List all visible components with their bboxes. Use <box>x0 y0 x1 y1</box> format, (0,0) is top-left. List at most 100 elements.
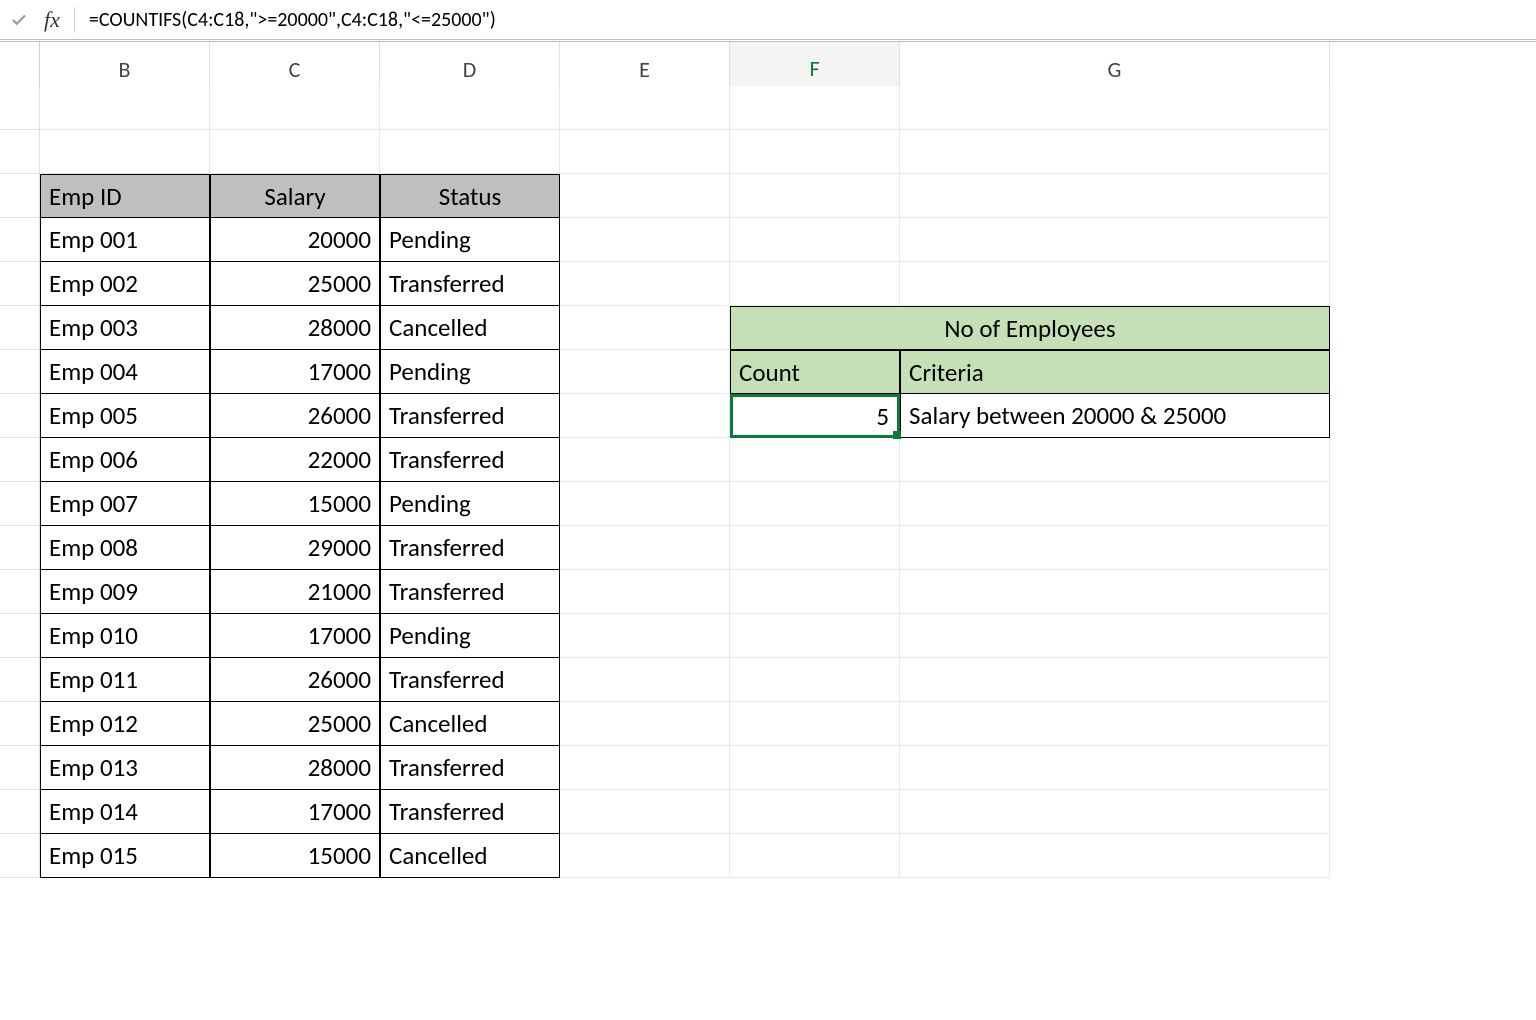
emp-cell[interactable]: Emp 005 <box>40 394 210 438</box>
cell[interactable] <box>560 218 730 262</box>
cell[interactable] <box>560 438 730 482</box>
status-cell[interactable]: Transferred <box>380 658 560 702</box>
row-head[interactable] <box>0 834 40 878</box>
cell[interactable] <box>560 746 730 790</box>
salary-cell[interactable]: 17000 <box>210 790 380 834</box>
salary-cell[interactable]: 25000 <box>210 702 380 746</box>
cell[interactable] <box>380 86 560 130</box>
cell[interactable] <box>730 218 900 262</box>
row-head[interactable] <box>0 262 40 306</box>
emp-cell[interactable]: Emp 011 <box>40 658 210 702</box>
row-head[interactable] <box>0 702 40 746</box>
status-cell[interactable]: Cancelled <box>380 702 560 746</box>
cell[interactable] <box>560 482 730 526</box>
row-head[interactable] <box>0 526 40 570</box>
cell[interactable] <box>730 790 900 834</box>
emp-cell[interactable]: Emp 009 <box>40 570 210 614</box>
salary-cell[interactable]: 17000 <box>210 614 380 658</box>
table-header-empid[interactable]: Emp ID <box>40 174 210 218</box>
cell[interactable] <box>40 86 210 130</box>
salary-cell[interactable]: 22000 <box>210 438 380 482</box>
row-head[interactable] <box>0 438 40 482</box>
summary-title[interactable]: No of Employees <box>730 306 1330 350</box>
cell[interactable] <box>730 86 900 130</box>
summary-criteria-label[interactable]: Criteria <box>900 350 1330 394</box>
salary-cell[interactable]: 15000 <box>210 482 380 526</box>
cell[interactable] <box>210 86 380 130</box>
cell[interactable] <box>210 130 380 174</box>
cell[interactable] <box>730 262 900 306</box>
cell[interactable] <box>560 394 730 438</box>
cell[interactable] <box>900 702 1330 746</box>
emp-cell[interactable]: Emp 004 <box>40 350 210 394</box>
cell[interactable] <box>900 438 1330 482</box>
row-head[interactable] <box>0 394 40 438</box>
row-head[interactable] <box>0 790 40 834</box>
row-head[interactable] <box>0 570 40 614</box>
emp-cell[interactable]: Emp 001 <box>40 218 210 262</box>
summary-criteria-value[interactable]: Salary between 20000 & 25000 <box>900 394 1330 438</box>
cell[interactable] <box>560 702 730 746</box>
status-cell[interactable]: Pending <box>380 218 560 262</box>
status-cell[interactable]: Transferred <box>380 790 560 834</box>
emp-cell[interactable]: Emp 014 <box>40 790 210 834</box>
status-cell[interactable]: Transferred <box>380 438 560 482</box>
cell[interactable] <box>900 526 1330 570</box>
cell[interactable] <box>730 570 900 614</box>
cell[interactable] <box>560 86 730 130</box>
cell[interactable] <box>560 790 730 834</box>
row-head[interactable] <box>0 350 40 394</box>
emp-cell[interactable]: Emp 003 <box>40 306 210 350</box>
cell[interactable] <box>560 262 730 306</box>
cell[interactable] <box>730 702 900 746</box>
cell[interactable] <box>560 614 730 658</box>
status-cell[interactable]: Transferred <box>380 394 560 438</box>
cell[interactable] <box>730 482 900 526</box>
row-head[interactable] <box>0 306 40 350</box>
emp-cell[interactable]: Emp 007 <box>40 482 210 526</box>
emp-cell[interactable]: Emp 012 <box>40 702 210 746</box>
status-cell[interactable]: Cancelled <box>380 834 560 878</box>
cell[interactable] <box>560 130 730 174</box>
row-head[interactable] <box>0 658 40 702</box>
cell[interactable] <box>560 658 730 702</box>
cell[interactable] <box>900 834 1330 878</box>
cell[interactable] <box>900 614 1330 658</box>
row-head[interactable] <box>0 174 40 218</box>
cell[interactable] <box>900 746 1330 790</box>
salary-cell[interactable]: 20000 <box>210 218 380 262</box>
cell[interactable] <box>730 438 900 482</box>
salary-cell[interactable]: 21000 <box>210 570 380 614</box>
cell[interactable] <box>730 658 900 702</box>
cell[interactable] <box>560 526 730 570</box>
cell[interactable] <box>730 130 900 174</box>
row-head[interactable] <box>0 86 40 130</box>
row-head[interactable] <box>0 482 40 526</box>
salary-cell[interactable]: 17000 <box>210 350 380 394</box>
cell[interactable] <box>560 834 730 878</box>
emp-cell[interactable]: Emp 015 <box>40 834 210 878</box>
emp-cell[interactable]: Emp 002 <box>40 262 210 306</box>
row-head[interactable] <box>0 614 40 658</box>
summary-count-value[interactable]: 5 <box>730 394 900 438</box>
cell[interactable] <box>730 614 900 658</box>
cell[interactable] <box>900 570 1330 614</box>
cell[interactable] <box>40 130 210 174</box>
table-header-status[interactable]: Status <box>380 174 560 218</box>
salary-cell[interactable]: 28000 <box>210 306 380 350</box>
row-head[interactable] <box>0 130 40 174</box>
status-cell[interactable]: Pending <box>380 482 560 526</box>
cell[interactable] <box>730 834 900 878</box>
cell[interactable] <box>560 306 730 350</box>
status-cell[interactable]: Cancelled <box>380 306 560 350</box>
emp-cell[interactable]: Emp 008 <box>40 526 210 570</box>
row-head[interactable] <box>0 218 40 262</box>
salary-cell[interactable]: 15000 <box>210 834 380 878</box>
accept-icon[interactable] <box>8 9 30 31</box>
status-cell[interactable]: Transferred <box>380 746 560 790</box>
cell[interactable] <box>900 218 1330 262</box>
emp-cell[interactable]: Emp 006 <box>40 438 210 482</box>
cell[interactable] <box>730 746 900 790</box>
salary-cell[interactable]: 25000 <box>210 262 380 306</box>
cell[interactable] <box>560 570 730 614</box>
